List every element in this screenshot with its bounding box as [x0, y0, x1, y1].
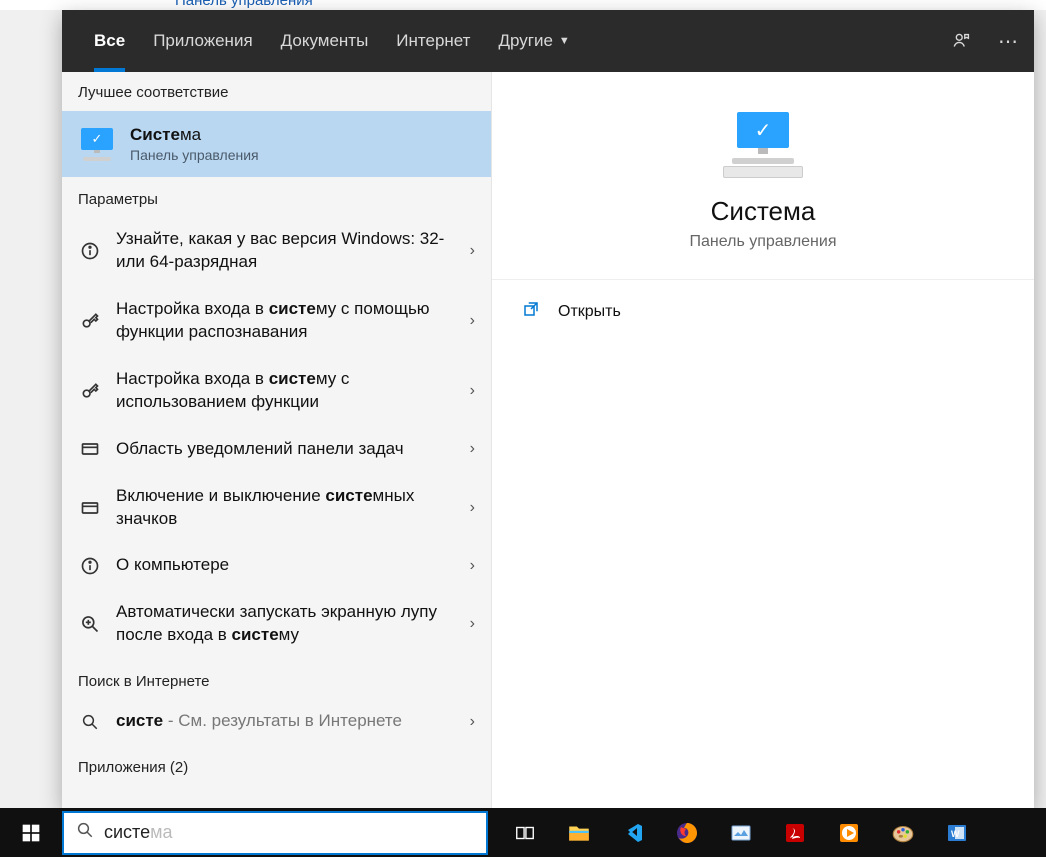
preview-column: ✓ Система Панель управления Открыть	[492, 72, 1034, 808]
adobe-reader-icon[interactable]	[768, 808, 822, 857]
tab-apps[interactable]: Приложения	[139, 10, 266, 72]
zoom-icon	[78, 614, 102, 634]
panel-icon	[78, 498, 102, 518]
settings-result-6[interactable]: Автоматически запускать экранную лупу по…	[62, 589, 491, 659]
task-view-icon[interactable]	[498, 808, 552, 857]
chevron-right-icon: ›	[470, 382, 475, 400]
search-icon	[78, 713, 102, 731]
result-text: Настройка входа в систему с использовани…	[116, 368, 456, 414]
vscode-icon[interactable]	[606, 808, 660, 857]
tab-internet[interactable]: Интернет	[382, 10, 484, 72]
panel-icon	[78, 439, 102, 459]
paint-icon[interactable]	[876, 808, 930, 857]
tab-more[interactable]: Другие▼	[484, 10, 583, 72]
settings-result-0[interactable]: Узнайте, какая у вас версия Windows: 32-…	[62, 216, 491, 286]
web-search-text: систе - См. результаты в Интернете	[116, 710, 456, 733]
preview-header: ✓ Система Панель управления	[492, 72, 1034, 280]
result-text: Настройка входа в систему с помощью функ…	[116, 298, 456, 344]
preview-title: Система	[711, 196, 816, 227]
background-link: Панель управления	[175, 0, 313, 9]
chevron-right-icon: ›	[470, 557, 475, 575]
web-search-result[interactable]: систе - См. результаты в Интернете ›	[62, 698, 491, 745]
section-apps: Приложения (2)	[62, 745, 491, 784]
image-viewer-icon[interactable]	[714, 808, 768, 857]
settings-result-3[interactable]: Область уведомлений панели задач ›	[62, 426, 491, 473]
search-panel: Все Приложения Документы Интернет Другие…	[62, 10, 1034, 808]
system-icon: ✓	[78, 125, 116, 163]
preview-system-icon: ✓	[723, 112, 803, 178]
taskbar: система W	[0, 808, 1046, 857]
settings-result-5[interactable]: О компьютере ›	[62, 542, 491, 589]
result-text: О компьютере	[116, 554, 456, 577]
taskbar-apps: W	[498, 808, 984, 857]
best-match-item[interactable]: ✓ Система Панель управления	[62, 111, 491, 177]
settings-result-1[interactable]: Настройка входа в систему с помощью функ…	[62, 286, 491, 356]
section-web-search: Поиск в Интернете	[62, 659, 491, 698]
result-text: Область уведомлений панели задач	[116, 438, 456, 461]
svg-text:W: W	[951, 829, 960, 839]
tab-all[interactable]: Все	[80, 10, 139, 72]
result-text: Включение и выключение системных значков	[116, 485, 456, 531]
chevron-right-icon: ›	[470, 312, 475, 330]
info-icon	[78, 241, 102, 261]
section-best-match: Лучшее соответствие	[62, 72, 491, 111]
result-text: Автоматически запускать экранную лупу по…	[116, 601, 456, 647]
settings-result-2[interactable]: Настройка входа в систему с использовани…	[62, 356, 491, 426]
media-player-icon[interactable]	[822, 808, 876, 857]
open-label: Открыть	[558, 303, 621, 321]
results-column: Лучшее соответствие ✓ Система Панель упр…	[62, 72, 492, 808]
search-icon	[76, 821, 94, 844]
key-icon	[78, 311, 102, 331]
search-input[interactable]: система	[104, 822, 474, 843]
info-icon	[78, 556, 102, 576]
key-icon	[78, 381, 102, 401]
firefox-icon[interactable]	[660, 808, 714, 857]
best-match-title: Система	[130, 125, 259, 145]
taskbar-search-box[interactable]: система	[62, 811, 488, 855]
chevron-right-icon: ›	[470, 242, 475, 260]
word-icon[interactable]: W	[930, 808, 984, 857]
open-action[interactable]: Открыть	[492, 280, 1034, 343]
chevron-right-icon: ›	[470, 499, 475, 517]
chevron-down-icon: ▼	[559, 35, 570, 47]
feedback-icon[interactable]	[950, 29, 974, 53]
more-options-icon[interactable]: ⋯	[996, 29, 1020, 53]
preview-subtitle: Панель управления	[690, 233, 837, 251]
start-button[interactable]	[0, 808, 62, 857]
chevron-right-icon: ›	[470, 713, 475, 731]
best-match-subtitle: Панель управления	[130, 147, 259, 163]
open-icon	[522, 300, 540, 323]
result-text: Узнайте, какая у вас версия Windows: 32-…	[116, 228, 456, 274]
background-window-fragment: Панель управления	[0, 0, 1046, 10]
section-settings: Параметры	[62, 177, 491, 216]
chevron-right-icon: ›	[470, 615, 475, 633]
chevron-right-icon: ›	[470, 440, 475, 458]
settings-result-4[interactable]: Включение и выключение системных значков…	[62, 473, 491, 543]
file-explorer-icon[interactable]	[552, 808, 606, 857]
tab-documents[interactable]: Документы	[267, 10, 383, 72]
search-tabs-bar: Все Приложения Документы Интернет Другие…	[62, 10, 1034, 72]
